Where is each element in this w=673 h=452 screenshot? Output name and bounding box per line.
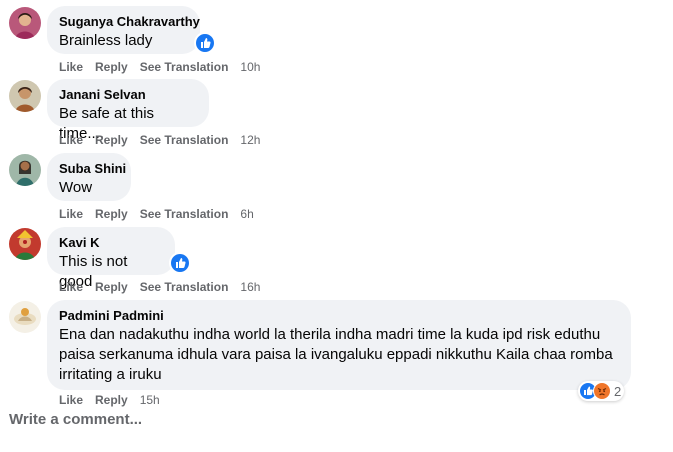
like-reaction-icon[interactable]	[194, 32, 216, 54]
comment-bubble: Janani Selvan Be safe at this time....	[47, 79, 209, 142]
reply-button[interactable]: Reply	[95, 207, 128, 221]
comment-bubble: Suba Shini Wow	[47, 153, 131, 201]
like-button[interactable]: Like	[59, 280, 83, 294]
comment-text: Brainless lady	[59, 32, 153, 49]
like-button[interactable]: Like	[59, 393, 83, 407]
reply-button[interactable]: Reply	[95, 60, 128, 74]
avatar[interactable]	[9, 80, 41, 112]
reaction-count: 2	[614, 383, 622, 399]
avatar[interactable]	[9, 228, 41, 260]
timestamp[interactable]: 16h	[240, 280, 260, 294]
commenter-name[interactable]: Kavi K	[59, 235, 163, 251]
reply-button[interactable]: Reply	[95, 280, 128, 294]
commenter-name[interactable]: Suba Shini	[59, 161, 126, 177]
like-reaction-icon[interactable]	[169, 252, 191, 274]
see-translation-button[interactable]: See Translation	[140, 207, 229, 221]
comment-bubble: Padmini Padmini Ena dan nadakuthu indha …	[47, 300, 631, 390]
see-translation-button[interactable]: See Translation	[140, 60, 229, 74]
comment-actions: Like Reply 15h	[59, 393, 172, 407]
commenter-name[interactable]: Suganya Chakravarthy	[59, 14, 200, 30]
comment-bubble: Suganya Chakravarthy Brainless lady	[47, 6, 200, 54]
avatar[interactable]	[9, 7, 41, 39]
comment-text: Ena dan nadakuthu indha world la therila…	[59, 326, 613, 383]
like-button[interactable]: Like	[59, 207, 83, 221]
timestamp[interactable]: 6h	[240, 207, 253, 221]
timestamp[interactable]: 15h	[140, 393, 160, 407]
commenter-name[interactable]: Padmini Padmini	[59, 308, 619, 324]
avatar[interactable]	[9, 154, 41, 186]
timestamp[interactable]: 12h	[240, 133, 260, 147]
reply-button[interactable]: Reply	[95, 133, 128, 147]
see-translation-button[interactable]: See Translation	[140, 133, 229, 147]
reply-button[interactable]: Reply	[95, 393, 128, 407]
write-comment-input[interactable]: Write a comment...	[9, 411, 142, 428]
angry-reaction-icon	[593, 382, 611, 400]
comment-actions: Like Reply See Translation 12h	[59, 133, 272, 147]
comment-actions: Like Reply See Translation 6h	[59, 207, 266, 221]
see-translation-button[interactable]: See Translation	[140, 280, 229, 294]
comment-actions: Like Reply See Translation 10h	[59, 60, 272, 74]
comment-actions: Like Reply See Translation 16h	[59, 280, 272, 294]
timestamp[interactable]: 10h	[240, 60, 260, 74]
commenter-name[interactable]: Janani Selvan	[59, 87, 197, 103]
avatar[interactable]	[9, 301, 41, 333]
like-button[interactable]: Like	[59, 133, 83, 147]
like-button[interactable]: Like	[59, 60, 83, 74]
reaction-summary[interactable]: 2	[578, 381, 625, 401]
comment-bubble: Kavi K This is not good	[47, 227, 175, 290]
comment-text: Wow	[59, 179, 93, 196]
